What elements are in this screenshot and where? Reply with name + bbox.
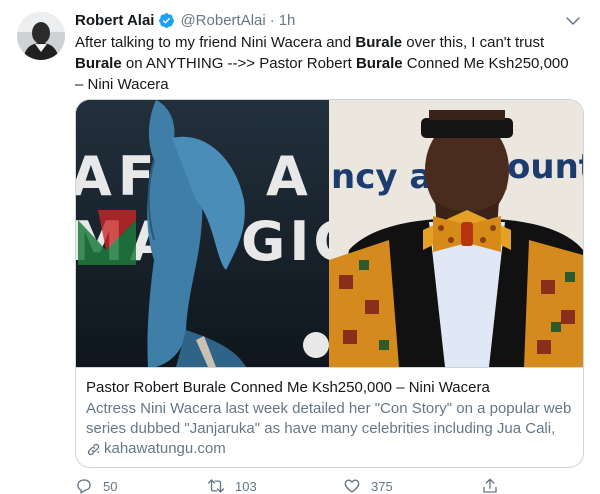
card-domain-text[interactable]: kahawatungu.com — [104, 439, 226, 459]
link-card[interactable]: AFR A MA GIC ncy an — [75, 99, 584, 468]
link-icon — [87, 443, 100, 455]
tweet-text-highlight: Burale — [355, 55, 403, 72]
like-icon — [344, 479, 360, 493]
svg-text:A: A — [266, 145, 308, 208]
separator-dot: · — [269, 11, 275, 29]
tweet-timestamp[interactable]: 1h — [279, 12, 296, 29]
tweet-header: Robert Alai @RobertAlai · 1h — [75, 10, 295, 30]
share-button[interactable] — [481, 477, 509, 494]
card-photo-left: AFR A MA GIC — [76, 100, 329, 367]
tweet-text-highlight: Burale — [75, 55, 122, 72]
author-handle[interactable]: @RobertAlai — [180, 12, 265, 29]
tweet[interactable]: Robert Alai @RobertAlai · 1h After talki… — [0, 0, 600, 494]
like-count: 375 — [371, 478, 393, 494]
reply-icon — [77, 479, 91, 494]
card-photo-right: ncy an ounta — [329, 100, 583, 367]
tweet-text-part: over this, I can't trust — [402, 34, 545, 51]
card-body[interactable]: Pastor Robert Burale Conned Me Ksh250,00… — [76, 367, 583, 467]
tweet-text-highlight: Burale — [355, 34, 403, 51]
author-name[interactable]: Robert Alai — [75, 12, 154, 29]
like-button[interactable]: 375 — [343, 477, 393, 494]
retweet-count: 103 — [235, 478, 257, 494]
retweet-button[interactable]: 103 — [207, 477, 257, 494]
verified-icon — [159, 12, 175, 28]
avatar[interactable] — [17, 12, 65, 60]
svg-text:GIC: GIC — [241, 210, 329, 273]
svg-text:ounta: ounta — [507, 147, 583, 187]
tweet-actions: 50 103 375 — [75, 476, 580, 494]
card-title[interactable]: Pastor Robert Burale Conned Me Ksh250,00… — [86, 378, 490, 398]
tweet-text-part: After talking to my friend Nini Wacera a… — [75, 34, 356, 51]
tweet-text: After talking to my friend Nini Wacera a… — [75, 32, 580, 95]
card-domain[interactable]: kahawatungu.com — [86, 439, 226, 459]
share-icon — [483, 478, 497, 493]
card-media[interactable]: AFR A MA GIC ncy an — [76, 100, 583, 367]
reply-button[interactable]: 50 — [75, 477, 117, 494]
reply-count: 50 — [103, 478, 118, 494]
chevron-down-icon[interactable] — [564, 12, 582, 30]
retweet-icon — [207, 479, 225, 493]
tweet-text-part: on ANYTHING -->> Pastor Robert — [121, 55, 356, 72]
